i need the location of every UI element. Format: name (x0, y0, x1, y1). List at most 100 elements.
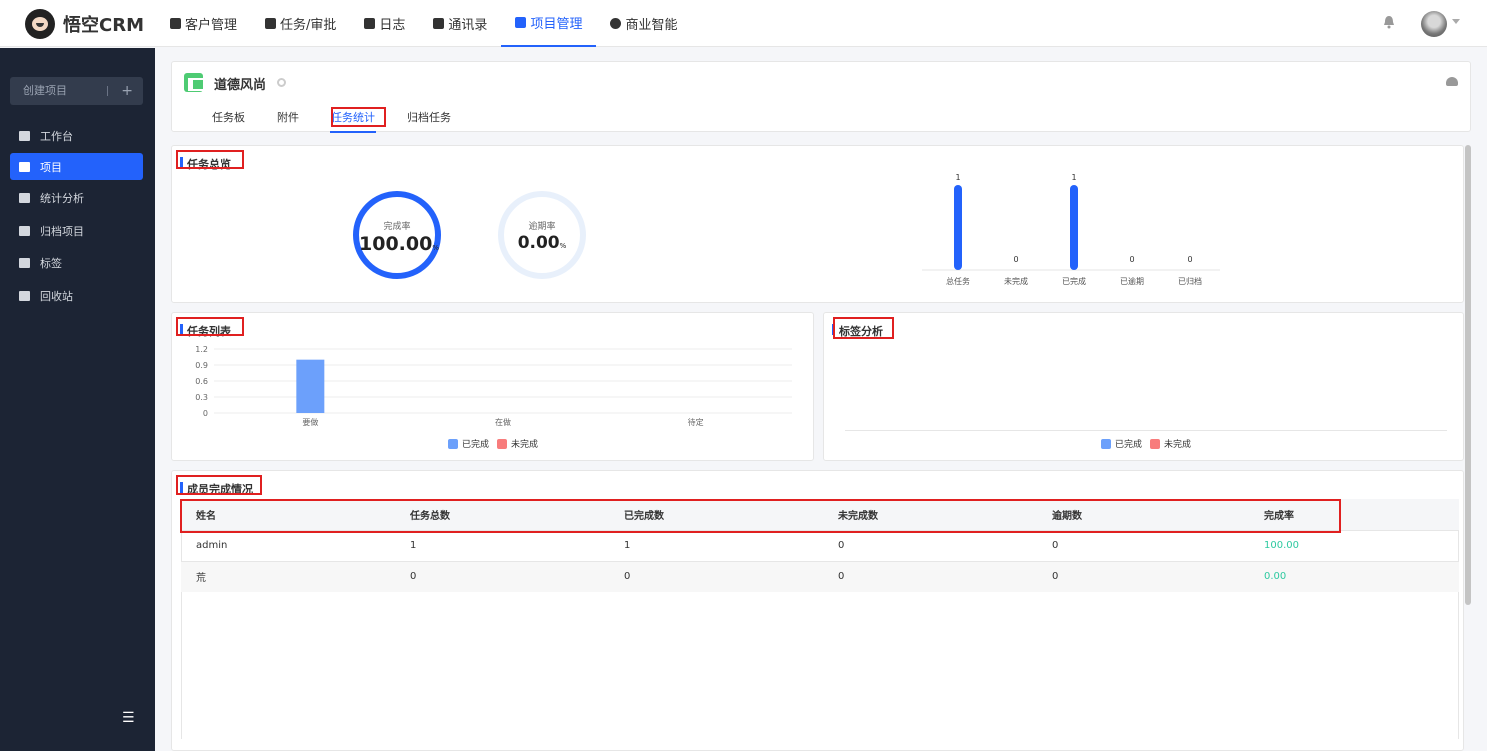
members-icon[interactable] (1446, 77, 1458, 86)
highlight-box (331, 107, 386, 127)
task-total: 0 (395, 560, 609, 592)
bell-icon[interactable] (1383, 15, 1395, 29)
building-icon (170, 18, 181, 29)
collapse-menu-icon[interactable]: ☰ (122, 710, 135, 726)
nav-label: 客户管理 (185, 18, 238, 33)
y-tick-label: 0 (203, 409, 208, 418)
x-tick-label: 要做 (302, 417, 318, 427)
monitor-icon (19, 130, 30, 141)
gear-icon[interactable] (277, 78, 286, 87)
sidebar-item-label: 标签 (40, 256, 62, 270)
completion-rate-ring: 完成率 100.00% (353, 191, 441, 279)
overdue-label: 逾期率 (528, 222, 556, 232)
avatar[interactable] (1421, 11, 1447, 37)
project-header: 道德风尚 任务板 附件 任务统计 归档任务 (171, 61, 1471, 133)
highlight-box (176, 150, 244, 169)
nav-item-tasks[interactable]: 任务/审批 (251, 0, 350, 47)
completion-number: 100.00 (359, 233, 433, 255)
trash-icon (19, 290, 30, 301)
unit: % (559, 242, 567, 250)
sidebar-item-projects[interactable]: 项目 (10, 153, 143, 180)
sidebar-item-tags[interactable]: 标签 (10, 249, 143, 276)
tab-archived-tasks[interactable]: 归档任务 (407, 109, 451, 131)
legend-label: 未完成 (1164, 440, 1192, 450)
page-scrollbar[interactable] (1465, 145, 1471, 605)
task-overview-chart: 1 总任务 0 未完成 1 已完成 0 已逾期 0 已归档 (922, 173, 1220, 286)
task-list-chart: 1.2 0.9 0.6 0.3 0 要做 在做 待定 (195, 345, 792, 427)
unit: % (432, 244, 439, 252)
legend-item[interactable]: 未完成 (1150, 437, 1191, 450)
data-label: 0 (1129, 255, 1134, 264)
sidebar-item-archived[interactable]: 归档项目 (10, 217, 143, 244)
chevron-down-icon[interactable] (1452, 19, 1460, 24)
sidebar-item-statistics[interactable]: 统计分析 (10, 184, 143, 211)
tag-icon (19, 257, 30, 268)
task-overdue: 0 (1037, 560, 1249, 592)
x-tick-label: 总任务 (946, 276, 970, 286)
task-list-legend: 已完成 未完成 (448, 437, 546, 450)
nav-item-customers[interactable]: 客户管理 (156, 0, 251, 47)
plus-icon[interactable]: + (121, 77, 133, 105)
task-undone: 0 (823, 529, 1037, 561)
data-label: 0 (1187, 255, 1192, 264)
members-panel: 成员完成情况 姓名 任务总数 已完成数 未完成数 逾期数 完成率 admin 1… (171, 470, 1464, 751)
legend-item[interactable]: 未完成 (497, 437, 538, 450)
task-list-panel: 任务列表 1.2 0.9 0.6 0.3 0 要做 在做 待定 已完成 未完成 (171, 312, 814, 461)
data-label: 0 (1013, 255, 1018, 264)
sidebar-item-label: 项目 (40, 160, 62, 174)
nav-item-bi[interactable]: 商业智能 (596, 0, 691, 47)
project-title: 道德风尚 (214, 78, 267, 93)
x-tick-label: 在做 (495, 417, 511, 427)
highlight-box (180, 499, 1341, 533)
tag-analysis-legend: 已完成 未完成 (1101, 437, 1199, 450)
table-row[interactable]: admin 1 1 0 0 100.00 (181, 529, 1459, 561)
data-label: 1 (955, 173, 960, 182)
nav-label: 通讯录 (448, 18, 488, 33)
nav-item-contacts[interactable]: 通讯录 (419, 0, 501, 47)
legend-swatch (497, 438, 508, 449)
tag-analysis-panel: 标签分析 已完成 未完成 (823, 312, 1464, 461)
highlight-box (176, 475, 262, 495)
bar (296, 359, 325, 413)
journal-icon (364, 18, 376, 29)
legend-swatch (448, 438, 458, 449)
sidebar-item-label: 回收站 (40, 289, 73, 303)
create-project-label: 创建项目 (23, 84, 67, 97)
sidebar: 创建项目 + 工作台 项目 统计分析 归档项目 标签 回收站 ☰ (0, 48, 155, 751)
task-undone: 0 (823, 560, 1037, 592)
nav-label: 项目管理 (530, 17, 583, 32)
bar (954, 185, 962, 270)
archive-box-icon (19, 225, 30, 236)
legend-item[interactable]: 已完成 (448, 437, 489, 450)
chart-baseline (845, 430, 1447, 431)
highlight-box (176, 317, 244, 336)
member-name: 荒 (181, 560, 395, 592)
data-label: 1 (1071, 173, 1076, 182)
task-overdue: 0 (1037, 529, 1249, 561)
sidebar-item-trash[interactable]: 回收站 (10, 282, 143, 309)
legend-item[interactable]: 已完成 (1101, 437, 1142, 450)
legend-swatch (1101, 438, 1111, 449)
table-row[interactable]: 荒 0 0 0 0 0.00 (181, 560, 1459, 592)
overview-panel: 任务总览 完成率 100.00% 逾期率 0.00% 1 总任务 0 未完成 1 已完成 0… (171, 145, 1464, 303)
completion-label: 完成率 (383, 222, 411, 232)
task-total: 1 (395, 529, 609, 561)
project-color-icon (184, 73, 206, 92)
legend-label: 未完成 (511, 440, 539, 450)
sidebar-item-workbench[interactable]: 工作台 (10, 122, 143, 149)
brand-name: 悟空CRM (63, 15, 144, 36)
tab-attachments[interactable]: 附件 (277, 109, 299, 131)
bar (1070, 185, 1078, 270)
project-icon (515, 17, 527, 28)
bar-chart-icon (19, 192, 30, 203)
logo[interactable]: 悟空CRM (25, 9, 144, 39)
x-tick-label: 未完成 (1004, 276, 1028, 286)
sidebar-item-label: 归档项目 (40, 224, 84, 238)
tab-task-board[interactable]: 任务板 (212, 109, 245, 131)
x-tick-label: 已归档 (1178, 276, 1202, 286)
y-tick-label: 0.3 (195, 393, 208, 402)
nav-item-projects[interactable]: 项目管理 (501, 0, 597, 47)
nav-item-logs[interactable]: 日志 (350, 0, 419, 47)
create-project-button[interactable]: 创建项目 + (10, 77, 143, 105)
completion-rate: 100.00 (1249, 529, 1459, 561)
